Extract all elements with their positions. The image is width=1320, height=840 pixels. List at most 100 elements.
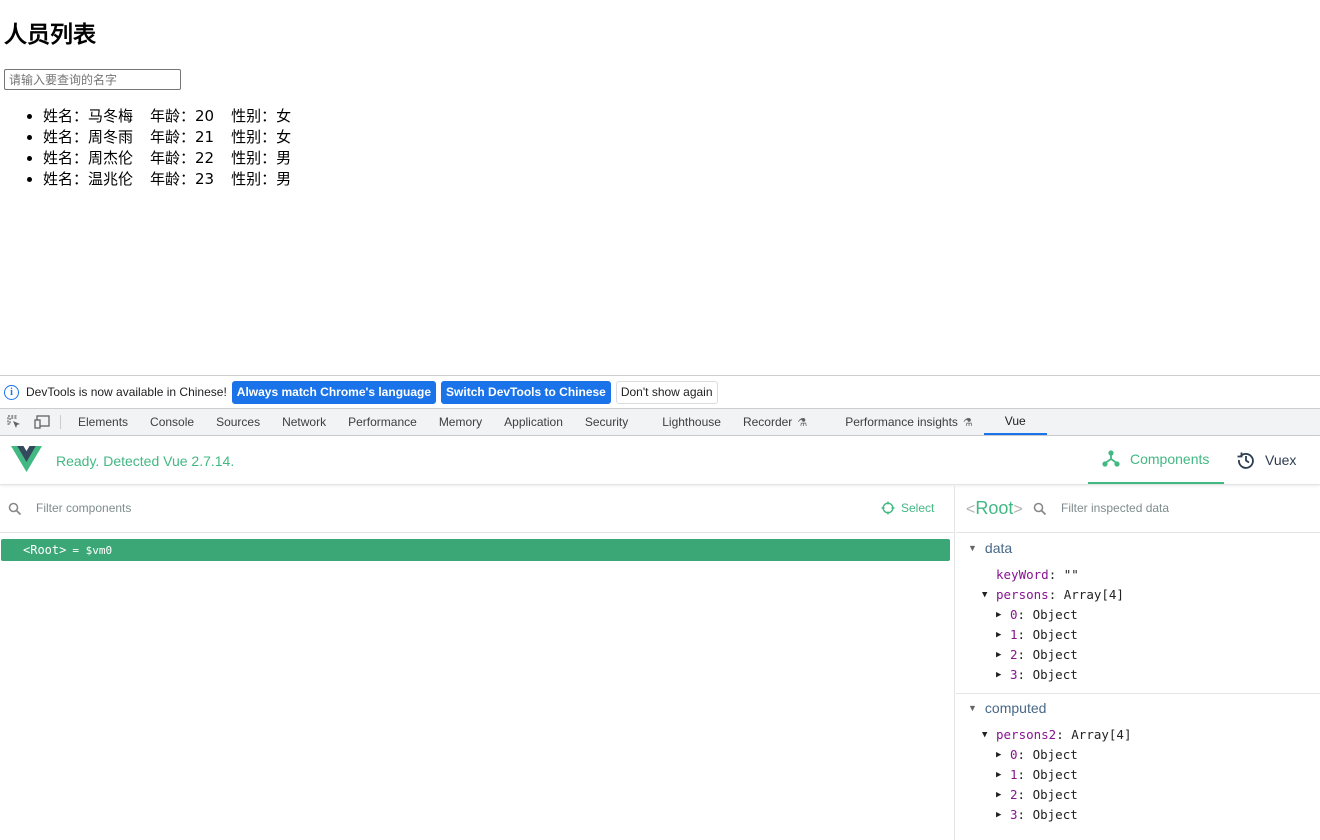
prop-key: 3 xyxy=(1010,807,1018,822)
tab-performance-insights[interactable]: Performance insights ⚗ xyxy=(834,409,984,435)
collapse-triangle-icon: ▼ xyxy=(968,703,977,713)
array-item[interactable]: ▶ 0: Object xyxy=(996,747,1078,762)
crosshair-icon xyxy=(881,501,895,515)
vue-devtools-header: Ready. Detected Vue 2.7.14. Components V… xyxy=(0,436,1320,485)
prop-colon: : xyxy=(1017,607,1033,622)
infobar-message: DevTools is now available in Chinese! xyxy=(26,385,227,399)
list-item: 姓名：马冬梅年龄：20 性别：女 xyxy=(43,106,291,127)
person-age: 年龄：23 xyxy=(150,170,215,188)
person-age: 年龄：21 xyxy=(150,128,215,146)
array-item[interactable]: ▶ 0: Object xyxy=(996,607,1078,622)
tab-recorder[interactable]: Recorder ⚗ xyxy=(732,409,834,435)
prop-key: 3 xyxy=(1010,667,1018,682)
filter-components-input[interactable] xyxy=(34,500,434,516)
select-component-button[interactable]: Select xyxy=(881,501,934,515)
match-language-button[interactable]: Always match Chrome's language xyxy=(231,380,437,404)
data-section: ▼ data keyWord: "" ▼ persons: Array[4] ▶ 0… xyxy=(956,534,1320,694)
expand-triangle-icon: ▶ xyxy=(996,769,1002,780)
tab-security[interactable]: Security xyxy=(574,409,651,435)
prop-key: 2 xyxy=(1010,787,1018,802)
prop-colon: : xyxy=(1017,647,1033,662)
prop-colon: : xyxy=(1017,627,1033,642)
tab-application[interactable]: Application xyxy=(493,409,574,435)
expand-triangle-icon: ▶ xyxy=(996,749,1002,760)
flask-icon: ⚗ xyxy=(962,416,973,429)
select-label: Select xyxy=(901,501,935,515)
person-sex: 性别：男 xyxy=(231,149,292,167)
person-age: 年龄：22 xyxy=(150,149,215,167)
root-component-row[interactable]: <Root> = $vm0 xyxy=(1,539,950,561)
computed-section: ▼ computed ▼ persons2: Array[4] ▶ 0: Objec… xyxy=(956,694,1320,840)
tab-label: Performance insights xyxy=(845,415,958,429)
inspector-pane: <Root> ▼ data keyWord: "" ▼ persons: Arra… xyxy=(956,486,1320,840)
history-icon xyxy=(1237,452,1254,469)
inspect-element-icon[interactable] xyxy=(0,409,28,435)
person-name: 姓名：周杰伦 xyxy=(43,149,134,167)
tab-network[interactable]: Network xyxy=(271,409,337,435)
person-name: 姓名：马冬梅 xyxy=(43,107,134,125)
tab-elements[interactable]: Elements xyxy=(67,409,139,435)
data-section-toggle[interactable]: ▼ data xyxy=(968,540,1012,556)
prop-value: Object xyxy=(1032,807,1078,822)
tab-console[interactable]: Console xyxy=(139,409,205,435)
devtools-language-infobar: i DevTools is now available in Chinese! … xyxy=(0,375,1320,408)
prop-persons[interactable]: ▼ persons: Array[4] xyxy=(982,587,1124,602)
tab-sources[interactable]: Sources xyxy=(205,409,271,435)
person-sex: 性别：女 xyxy=(231,107,292,125)
nav-components-label: Components xyxy=(1130,451,1210,467)
info-icon: i xyxy=(4,384,19,400)
components-icon xyxy=(1102,450,1120,467)
prop-persons2[interactable]: ▼ persons2: Array[4] xyxy=(982,727,1132,742)
prop-colon: : xyxy=(1017,747,1033,762)
list-item: 姓名：温兆伦年龄：23 性别：男 xyxy=(43,169,291,190)
array-item[interactable]: ▶ 3: Object xyxy=(996,667,1078,682)
search-icon xyxy=(8,502,22,516)
array-item[interactable]: ▶ 1: Object xyxy=(996,767,1078,782)
person-name: 姓名：温兆伦 xyxy=(43,170,134,188)
inspected-component-title: <Root> xyxy=(966,498,1023,518)
collapse-triangle-icon: ▼ xyxy=(968,543,977,553)
tab-lighthouse[interactable]: Lighthouse xyxy=(651,409,732,435)
computed-section-toggle[interactable]: ▼ computed xyxy=(968,700,1046,716)
person-sex: 性别：女 xyxy=(231,128,292,146)
person-list: 姓名：马冬梅年龄：20 性别：女 姓名：周冬雨年龄：21 性别：女 姓名：周杰伦年龄… xyxy=(0,106,291,190)
vue-detected-status: Ready. Detected Vue 2.7.14. xyxy=(56,453,235,469)
prop-value: Object xyxy=(1032,627,1078,642)
dont-show-again-button[interactable]: Don't show again xyxy=(615,380,718,404)
expand-triangle-icon: ▶ xyxy=(996,789,1002,800)
tab-divider xyxy=(60,415,61,429)
devtools-tab-bar: Elements Console Sources Network Perform… xyxy=(0,408,1320,436)
prop-key: 0 xyxy=(1010,747,1018,762)
expand-triangle-icon: ▼ xyxy=(982,729,988,740)
device-toolbar-icon[interactable] xyxy=(28,409,56,435)
tab-memory[interactable]: Memory xyxy=(428,409,493,435)
array-item[interactable]: ▶ 3: Object xyxy=(996,807,1078,822)
prop-value: Object xyxy=(1032,607,1078,622)
search-input[interactable] xyxy=(4,69,181,90)
expand-triangle-icon: ▼ xyxy=(982,589,988,600)
flask-icon: ⚗ xyxy=(797,416,808,429)
tab-performance[interactable]: Performance xyxy=(337,409,428,435)
array-item[interactable]: ▶ 2: Object xyxy=(996,647,1078,662)
page-content: 人员列表 姓名：马冬梅年龄：20 性别：女 姓名：周冬雨年龄：21 性别：女 姓名：… xyxy=(0,0,1320,375)
person-sex: 性别：男 xyxy=(231,170,292,188)
array-item[interactable]: ▶ 2: Object xyxy=(996,787,1078,802)
prop-key: persons xyxy=(996,587,1049,602)
prop-key: 0 xyxy=(1010,607,1018,622)
section-label: computed xyxy=(984,700,1047,716)
tab-vue[interactable]: Vue xyxy=(983,409,1047,435)
nav-vuex-label: Vuex xyxy=(1265,452,1297,468)
switch-to-chinese-button[interactable]: Switch DevTools to Chinese xyxy=(441,380,611,404)
prop-value: Object xyxy=(1032,647,1078,662)
prop-value: Object xyxy=(1032,747,1078,762)
nav-components[interactable]: Components xyxy=(1088,436,1224,484)
prop-keyword[interactable]: keyWord: "" xyxy=(996,567,1079,582)
prop-key: persons2 xyxy=(996,727,1057,742)
filter-inspected-input[interactable] xyxy=(1059,500,1309,516)
list-item: 姓名：周冬雨年龄：21 性别：女 xyxy=(43,127,291,148)
prop-key: 2 xyxy=(1010,647,1018,662)
prop-colon: : xyxy=(1017,767,1033,782)
array-item[interactable]: ▶ 1: Object xyxy=(996,627,1078,642)
nav-vuex[interactable]: Vuex xyxy=(1236,436,1296,484)
prop-colon: : xyxy=(1017,787,1033,802)
